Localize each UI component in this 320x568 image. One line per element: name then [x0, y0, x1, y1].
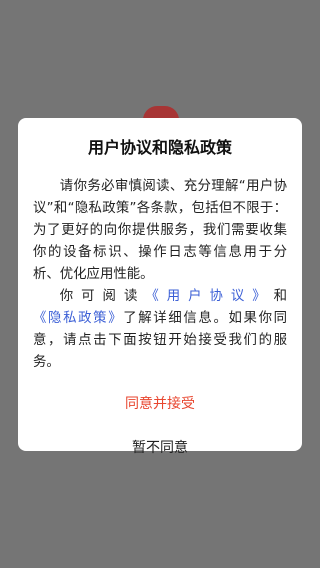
- consent-paragraph: 请你务必审慎阅读、充分理解“用户协议”和“隐私政策”各条款，包括但不限于：为了更…: [33, 179, 287, 282]
- links-paragraph: 你可阅读《用户协议》和《隐私政策》了解详细信息。如果你同意，请点击下面按钮开始接…: [33, 286, 287, 374]
- dialog-body: 请你务必审慎阅读、充分理解“用户协议”和“隐私政策”各条款，包括但不限于：为了更…: [33, 176, 287, 374]
- disagree-button[interactable]: 暂不同意: [33, 436, 287, 460]
- agree-button[interactable]: 同意并接受: [33, 392, 287, 416]
- links-prefix: 你可阅读: [59, 289, 146, 304]
- dialog-title: 用户协议和隐私政策: [87, 138, 232, 157]
- privacy-policy-link[interactable]: 《隐私政策》: [33, 311, 123, 326]
- privacy-dialog: 用户协议和隐私政策 请你务必审慎阅读、充分理解“用户协议”和“隐私政策”各条款，…: [18, 118, 302, 456]
- links-conjunction: 和: [273, 289, 288, 304]
- user-agreement-link[interactable]: 《用户协议》: [145, 289, 273, 304]
